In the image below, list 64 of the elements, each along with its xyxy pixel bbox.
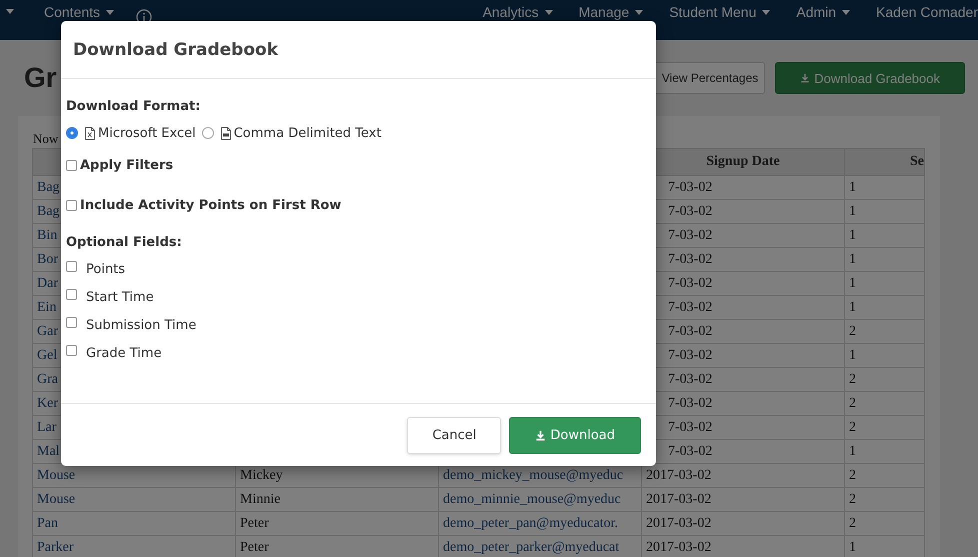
dialog-title: Download Gradebook [73, 40, 278, 60]
checkbox[interactable] [66, 317, 77, 328]
table-cell: 1 [844, 248, 924, 272]
table-cell: 2017-03-02 [642, 488, 844, 512]
table-cell: Peter [236, 536, 438, 557]
caret-icon [106, 10, 114, 15]
table-cell: Mouse [32, 488, 236, 512]
table-cell: demo_minnie_mouse@myeduc [438, 488, 642, 512]
table-cell: 2 [844, 392, 924, 416]
table-cell: Peter [236, 512, 438, 536]
checkbox[interactable] [66, 289, 77, 300]
summary-text: Now [33, 131, 58, 148]
excel-file-icon [85, 126, 95, 140]
table-cell: 2017-03-02 [642, 464, 844, 488]
download-icon [535, 430, 546, 440]
table-cell: 1 [844, 176, 924, 200]
table-cell: 1 [844, 272, 924, 296]
table-cell: 2 [844, 488, 924, 512]
cancel-button[interactable]: Cancel [407, 416, 502, 454]
nav-menu-item[interactable]: Admin [796, 5, 850, 20]
table-cell: 1 [844, 296, 924, 320]
format-option-label[interactable]: Microsoft Excel [98, 126, 196, 140]
caret-icon [635, 10, 644, 15]
table-cell: Pan [32, 512, 236, 536]
table-cell: 2 [844, 512, 924, 536]
checkbox[interactable] [66, 345, 77, 356]
checkbox[interactable] [66, 261, 77, 272]
checkbox[interactable] [66, 200, 77, 210]
nav-menu-item[interactable]: Kaden Comader [876, 5, 978, 20]
radio-button[interactable] [202, 127, 214, 139]
checkbox[interactable] [66, 160, 77, 170]
table-cell: 2017-03-02 [642, 536, 844, 557]
table-cell: 2 [844, 320, 924, 344]
csv-file-icon [220, 126, 231, 140]
nav-menu-item[interactable]: Contents [44, 5, 114, 20]
radio-button[interactable] [66, 127, 78, 139]
format-label: Download Format: [66, 99, 202, 116]
field-option-label[interactable]: Grade Time [86, 346, 162, 360]
caret-icon [842, 10, 850, 15]
column-header: Se [844, 148, 924, 176]
table-cell: 1 [844, 344, 924, 368]
table-cell: demo_peter_parker@myeducat [438, 536, 642, 557]
nav-menu-item[interactable]: Manage [578, 5, 644, 20]
download-button[interactable]: Download [509, 416, 641, 454]
table-cell: 1 [844, 440, 924, 464]
table-cell: 2 [844, 368, 924, 392]
format-option-label[interactable]: Comma Delimited Text [234, 126, 382, 140]
caret-icon[interactable] [6, 9, 14, 14]
table-cell: 1 [844, 224, 924, 248]
table-cell: 2017-03-02 [642, 512, 844, 536]
table-cell: 1 [844, 536, 924, 557]
table-cell: Minnie [236, 488, 438, 512]
nav-menu-item[interactable]: Student Menu [669, 5, 770, 20]
nav-menu-item[interactable]: Analytics [482, 5, 553, 20]
download-icon [800, 73, 810, 83]
table-cell: 1 [844, 200, 924, 224]
table-cell: 2 [844, 416, 924, 440]
page-title: Gr [24, 62, 57, 94]
caret-icon [762, 10, 770, 15]
table-cell: 2 [844, 464, 924, 488]
field-option-label[interactable]: Submission Time [86, 318, 196, 332]
caret-icon [544, 10, 553, 15]
table-cell: demo_peter_pan@myeducator. [438, 512, 642, 536]
table-cell: Parker [32, 536, 236, 557]
